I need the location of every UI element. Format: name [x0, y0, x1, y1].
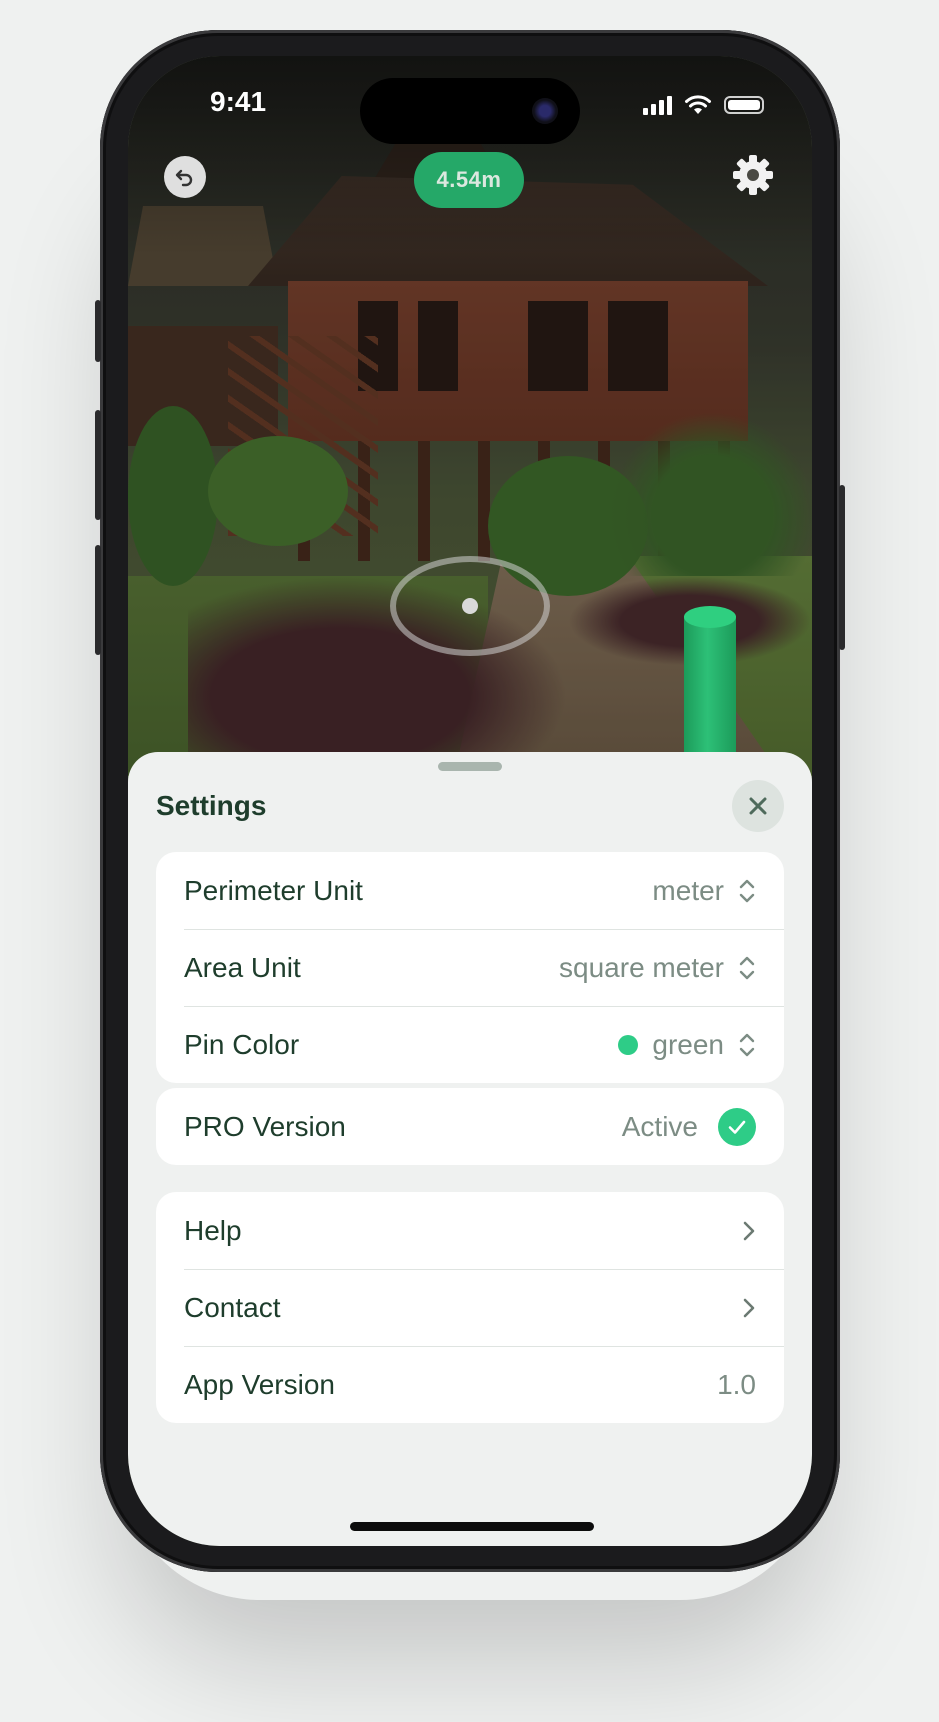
pro-version-row[interactable]: PRO Version Active: [156, 1088, 784, 1165]
measurement-badge: 4.54m: [414, 152, 524, 208]
help-row[interactable]: Help: [156, 1192, 784, 1269]
checkmark-icon: [718, 1107, 756, 1146]
settings-sheet: Settings Perimeter Unit meter Area Unit …: [128, 752, 812, 1546]
row-value: green: [652, 1028, 724, 1060]
color-swatch: [618, 1034, 639, 1055]
sheet-title: Settings: [156, 790, 267, 821]
area-unit-picker[interactable]: square meter: [559, 952, 756, 984]
settings-button[interactable]: [730, 152, 776, 198]
undo-arrow-icon: [175, 169, 193, 187]
volume-down-button: [95, 545, 101, 655]
contact-row[interactable]: Contact: [156, 1269, 784, 1346]
row-value: square meter: [559, 951, 724, 983]
power-button: [839, 485, 845, 650]
sheet-grabber[interactable]: [438, 762, 502, 771]
phone-screen: 9:41 4.54m Settings Perimeter Unit meter…: [128, 56, 812, 1546]
status-icons: [643, 94, 764, 116]
row-value: Active: [621, 1110, 698, 1142]
chevron-right-icon: [743, 1298, 755, 1317]
row-label: PRO Version: [184, 1110, 346, 1142]
row-label: App Version: [184, 1368, 335, 1400]
perimeter-unit-row[interactable]: Perimeter Unit meter: [156, 852, 784, 929]
pin-color-picker[interactable]: green: [618, 1029, 756, 1061]
cellular-signal-icon: [643, 95, 672, 115]
home-indicator[interactable]: [350, 1522, 594, 1531]
gear-icon: [733, 155, 773, 195]
battery-icon: [724, 96, 764, 114]
wifi-icon: [685, 95, 711, 114]
chevron-right-icon: [743, 1221, 755, 1240]
row-label: Help: [184, 1214, 242, 1246]
aim-dot: [462, 598, 478, 614]
area-unit-row[interactable]: Area Unit square meter: [156, 929, 784, 1006]
pro-group: PRO Version Active: [156, 1088, 784, 1165]
close-button[interactable]: [732, 780, 784, 832]
chevron-up-down-icon: [739, 1033, 755, 1056]
chevron-up-down-icon: [739, 879, 755, 902]
action-button: [95, 300, 101, 362]
row-label: Pin Color: [184, 1028, 300, 1060]
front-camera: [532, 98, 558, 124]
status-time: 9:41: [210, 86, 267, 117]
info-group: Help Contact App Version 1.0: [156, 1192, 784, 1423]
close-icon: [749, 797, 767, 815]
placed-pin-top: [684, 606, 736, 628]
row-label: Contact: [184, 1291, 281, 1323]
chevron-up-down-icon: [739, 956, 755, 979]
app-version-row: App Version 1.0: [156, 1346, 784, 1423]
perimeter-unit-picker[interactable]: meter: [652, 875, 756, 907]
volume-up-button: [95, 410, 101, 520]
row-label: Area Unit: [184, 951, 301, 983]
units-group: Perimeter Unit meter Area Unit square me…: [156, 852, 784, 1083]
row-value: meter: [652, 874, 724, 906]
undo-button[interactable]: [164, 156, 206, 198]
app-version-value: 1.0: [717, 1368, 756, 1400]
pin-color-row[interactable]: Pin Color green: [156, 1006, 784, 1083]
pro-status: Active: [621, 1107, 756, 1146]
row-label: Perimeter Unit: [184, 874, 363, 906]
